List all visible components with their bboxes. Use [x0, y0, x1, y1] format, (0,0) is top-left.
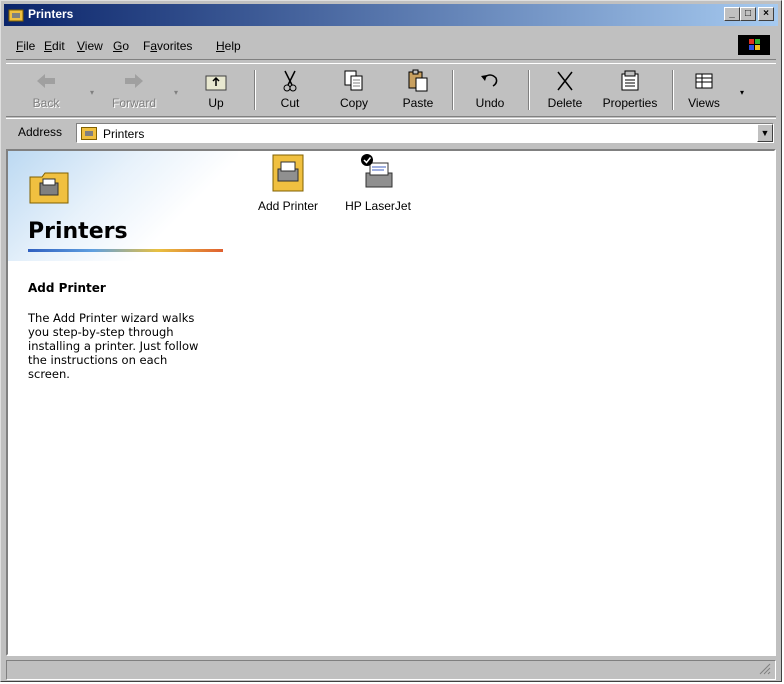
folder-view: Printers Add Printer The Add Printer wiz… — [6, 149, 776, 656]
address-bar: Address Printers ▼ — [6, 118, 776, 147]
copy-icon — [344, 70, 363, 91]
properties-icon — [621, 70, 639, 91]
scissors-icon — [283, 70, 297, 92]
printers-folder-icon — [8, 9, 24, 22]
views-button[interactable]: Views — [684, 68, 724, 112]
paste-clipboard-icon — [408, 69, 428, 92]
window-title: Printers — [28, 7, 74, 21]
sidebar-title: Printers — [28, 219, 128, 244]
cut-button[interactable]: Cut — [270, 68, 310, 112]
views-icon — [695, 73, 713, 89]
hp-laserjet-item[interactable]: HP LaserJet — [338, 153, 418, 213]
menu-help[interactable]: Help — [216, 39, 241, 53]
status-bar — [6, 660, 776, 680]
sidebar-background — [8, 151, 238, 261]
toolbar-separator — [254, 70, 256, 110]
delete-button[interactable]: Delete — [542, 68, 588, 112]
toolbar: Back ▾ Forward ▾ Up Cut Copy Paste Undo — [6, 63, 776, 117]
forward-dropdown-arrow-icon[interactable]: ▾ — [174, 88, 178, 97]
sidebar-description: The Add Printer wizard walks you step-by… — [28, 311, 199, 381]
delete-x-icon — [557, 71, 573, 91]
default-printer-icon — [361, 154, 393, 188]
toolbar-separator — [672, 70, 674, 110]
address-dropdown-button[interactable]: ▼ — [757, 124, 773, 142]
address-label: Address — [18, 125, 63, 139]
undo-button[interactable]: Undo — [468, 68, 512, 112]
close-button[interactable]: × — [758, 7, 774, 21]
resize-grip-icon[interactable] — [759, 663, 771, 675]
windows-logo-icon — [738, 35, 770, 55]
paste-button[interactable]: Paste — [398, 68, 438, 112]
sidebar-divider — [28, 249, 223, 252]
address-field[interactable]: Printers ▼ — [76, 123, 774, 143]
undo-icon — [481, 74, 498, 87]
printers-folder-icon — [81, 127, 97, 140]
menu-go[interactable]: Go — [113, 39, 129, 53]
properties-button[interactable]: Properties — [598, 68, 662, 112]
menu-favorites[interactable]: Favorites — [143, 39, 192, 53]
title-bar[interactable]: Printers _ □ × — [4, 4, 778, 26]
explorer-window: Printers _ □ × File Edit View Go Favorit… — [0, 0, 782, 682]
toolbar-separator — [452, 70, 454, 110]
back-arrow-icon — [37, 74, 55, 88]
minimize-button[interactable]: _ — [724, 7, 740, 21]
forward-button[interactable]: Forward — [106, 68, 162, 112]
menu-view[interactable]: View — [77, 39, 103, 53]
add-printer-item[interactable]: Add Printer — [248, 153, 328, 213]
forward-arrow-icon — [125, 74, 143, 88]
up-folder-icon — [205, 75, 227, 91]
up-button[interactable]: Up — [196, 68, 236, 112]
toolbar-separator — [528, 70, 530, 110]
menu-bar: File Edit View Go Favorites Help — [6, 31, 776, 60]
sidebar-selection-title: Add Printer — [28, 281, 106, 295]
menu-edit[interactable]: Edit — [44, 39, 65, 53]
maximize-button[interactable]: □ — [740, 7, 756, 21]
back-dropdown-arrow-icon[interactable]: ▾ — [90, 88, 94, 97]
address-value: Printers — [103, 127, 145, 141]
views-dropdown-arrow-icon[interactable]: ▾ — [740, 88, 744, 97]
copy-button[interactable]: Copy — [334, 68, 374, 112]
back-button[interactable]: Back — [26, 68, 66, 112]
web-view-panel: Printers Add Printer The Add Printer wiz… — [8, 151, 238, 654]
printers-folder-large-icon — [29, 172, 69, 204]
add-printer-icon — [272, 154, 304, 192]
menu-file[interactable]: File — [16, 39, 35, 53]
